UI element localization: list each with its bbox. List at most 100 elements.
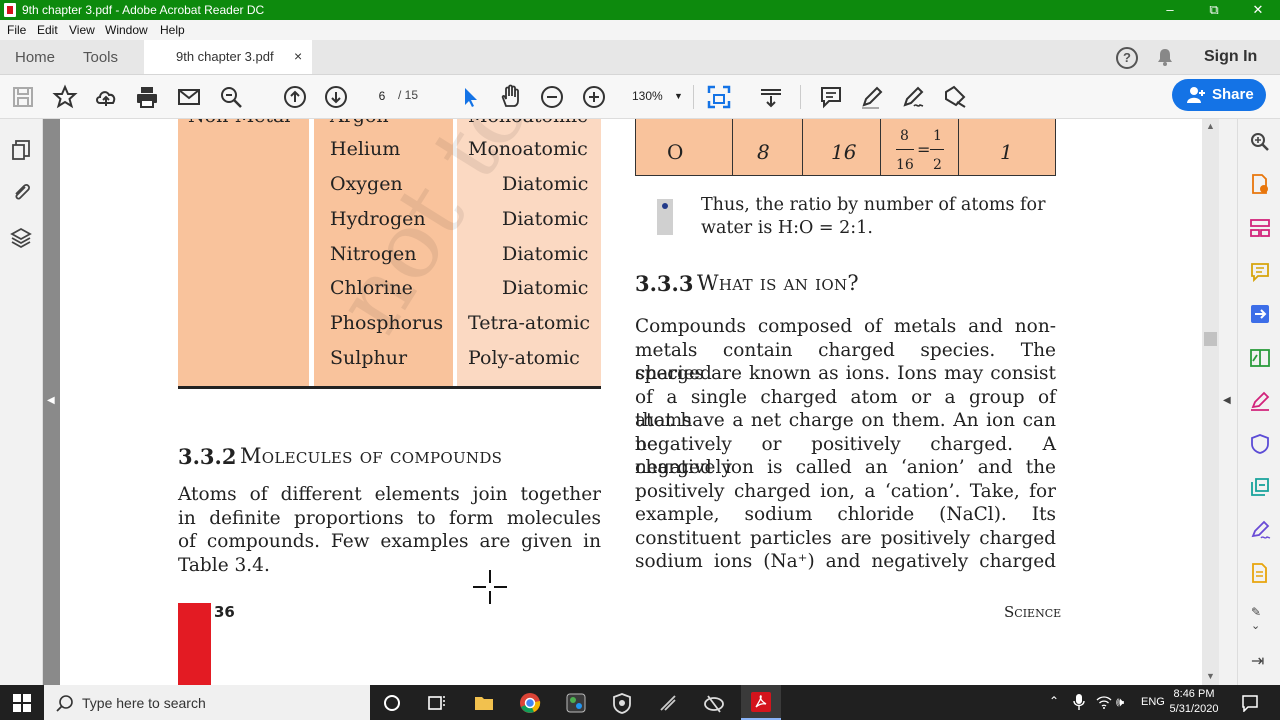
hand-tool-icon[interactable] <box>498 84 524 110</box>
add-user-icon <box>1186 86 1206 108</box>
bookmark-star-icon[interactable] <box>52 84 78 110</box>
app-icon[interactable] <box>703 692 725 714</box>
close-window-button[interactable]: ✕ <box>1236 0 1280 20</box>
paragraph-line: charged ion is called an ‘anion’ and the <box>635 457 1056 478</box>
search-icon[interactable] <box>218 84 244 110</box>
comment-tool-icon[interactable] <box>1249 261 1271 288</box>
fraction-denominator: 2 <box>933 157 942 173</box>
zoom-out-icon[interactable] <box>539 84 565 110</box>
menu-window[interactable]: Window <box>105 23 148 37</box>
windows-start-icon[interactable] <box>13 694 31 717</box>
page-thumbnails-icon[interactable] <box>10 139 32 166</box>
chevron-up-icon[interactable]: ⌃ <box>1049 694 1059 708</box>
chevron-down-icon: ▼ <box>674 91 683 101</box>
select-cursor-icon[interactable] <box>457 84 483 110</box>
fraction-bar <box>930 149 944 150</box>
upload-cloud-icon[interactable] <box>93 84 119 110</box>
export-pdf-icon[interactable] <box>1249 173 1271 200</box>
chrome-icon[interactable] <box>519 692 541 714</box>
taskbar-search-box[interactable]: Type here to search <box>44 685 370 720</box>
cortana-icon[interactable] <box>381 692 403 714</box>
edit-pdf-icon[interactable] <box>1249 347 1271 374</box>
protect-shield-icon[interactable] <box>1249 433 1271 460</box>
document-tab-label: 9th chapter 3.pdf <box>176 49 274 64</box>
page-fit-icon[interactable] <box>706 84 732 110</box>
highlight-pen-icon[interactable] <box>859 84 885 110</box>
comment-icon[interactable] <box>818 84 844 110</box>
volume-icon[interactable]: 🕪 <box>1116 694 1124 710</box>
share-button[interactable]: Share <box>1172 79 1266 111</box>
chevron-down-icon[interactable]: ⌄ <box>1251 619 1260 632</box>
search-icon <box>56 694 74 717</box>
create-pdf-icon[interactable] <box>1249 562 1271 589</box>
file-explorer-icon[interactable] <box>473 692 495 714</box>
search-placeholder: Type here to search <box>82 695 206 711</box>
menu-help[interactable]: Help <box>160 23 185 37</box>
layers-icon[interactable] <box>10 227 32 254</box>
page-total: / 15 <box>398 88 419 102</box>
paragraph-line: metals contain charged species. The char… <box>635 339 1056 385</box>
print-icon[interactable] <box>134 84 160 110</box>
crosshair-cursor-icon <box>472 569 508 605</box>
notifications-icon[interactable] <box>1241 694 1259 717</box>
menu-view[interactable]: View <box>69 23 95 37</box>
expand-panel-icon[interactable]: ⇥ <box>1251 651 1264 671</box>
table-cell-atomicity: Tetra-atomic <box>468 312 591 334</box>
previous-page-icon[interactable] <box>282 84 308 110</box>
system-clock[interactable]: 8:46 PM 5/31/2020 <box>1166 687 1222 717</box>
app-icon[interactable] <box>657 692 679 714</box>
zoom-search-icon[interactable] <box>1249 131 1271 158</box>
table-cell-atomicity: Diatomic <box>502 243 589 265</box>
zoom-level-select[interactable]: 130% ▼ <box>622 87 684 105</box>
attachments-paperclip-icon[interactable] <box>10 181 32 208</box>
menu-edit[interactable]: Edit <box>37 23 58 37</box>
table-cell-atomicity: Diatomic <box>502 277 589 299</box>
scroll-mode-icon[interactable] <box>758 84 784 110</box>
fill-sign-tool-icon[interactable] <box>1249 390 1271 417</box>
acrobat-taskbar-button[interactable] <box>741 685 781 720</box>
tab-document[interactable]: 9th chapter 3.pdf × <box>144 40 312 74</box>
fill-sign-icon[interactable] <box>942 84 968 110</box>
help-icon[interactable]: ? <box>1116 47 1138 69</box>
minimize-button[interactable]: – <box>1148 0 1192 20</box>
sign-pen-icon[interactable] <box>1249 519 1271 546</box>
app-icon[interactable] <box>611 692 633 714</box>
zoom-in-icon[interactable] <box>581 84 607 110</box>
bullet-text-line: water is H:O = 2:1. <box>701 218 873 238</box>
send-for-review-icon[interactable] <box>1249 476 1271 503</box>
draw-sign-icon[interactable] <box>900 84 926 110</box>
email-icon[interactable] <box>176 84 202 110</box>
scroll-up-arrow-icon[interactable]: ▲ <box>1206 121 1215 131</box>
table-cell: Argon <box>330 119 389 127</box>
bell-icon[interactable] <box>1157 48 1173 66</box>
page-number-input[interactable]: 6 <box>368 87 396 105</box>
collapse-right-arrow-icon[interactable]: ◀ <box>1223 395 1231 406</box>
language-indicator[interactable]: ENG <box>1141 696 1165 708</box>
wifi-icon[interactable] <box>1096 695 1112 714</box>
app-icon[interactable] <box>565 692 587 714</box>
scrollbar-thumb[interactable] <box>1204 332 1217 346</box>
save-icon[interactable] <box>10 84 36 110</box>
microphone-icon[interactable] <box>1073 694 1085 715</box>
fraction-numerator: 8 <box>900 128 909 144</box>
scroll-down-arrow-icon[interactable]: ▼ <box>1206 671 1215 681</box>
tab-tools[interactable]: Tools <box>83 49 118 66</box>
vertical-scrollbar[interactable]: ▲ ▼ <box>1202 119 1219 685</box>
sign-in-button[interactable]: Sign In <box>1204 48 1257 66</box>
task-view-icon[interactable] <box>426 692 448 714</box>
section-heading: What is an ion? <box>697 271 859 295</box>
maximize-button[interactable]: ⧉ <box>1192 0 1236 20</box>
collapse-left-arrow-icon[interactable]: ◀ <box>47 395 55 406</box>
zoom-level-value: 130% <box>632 89 663 103</box>
menu-file[interactable]: File <box>7 23 26 37</box>
close-tab-icon[interactable]: × <box>294 48 302 64</box>
next-page-icon[interactable] <box>323 84 349 110</box>
tools-settings-icon[interactable]: ✎ <box>1251 605 1261 619</box>
table-cell: 1 <box>1000 140 1013 164</box>
tab-home[interactable]: Home <box>15 49 55 66</box>
organize-pages-icon[interactable] <box>1249 217 1271 244</box>
table-cell-atomicity: Poly-atomic <box>468 347 580 369</box>
combine-files-icon[interactable] <box>1249 303 1271 330</box>
window-title: 9th chapter 3.pdf - Adobe Acrobat Reader… <box>22 3 265 17</box>
table-cell: O <box>667 140 684 164</box>
